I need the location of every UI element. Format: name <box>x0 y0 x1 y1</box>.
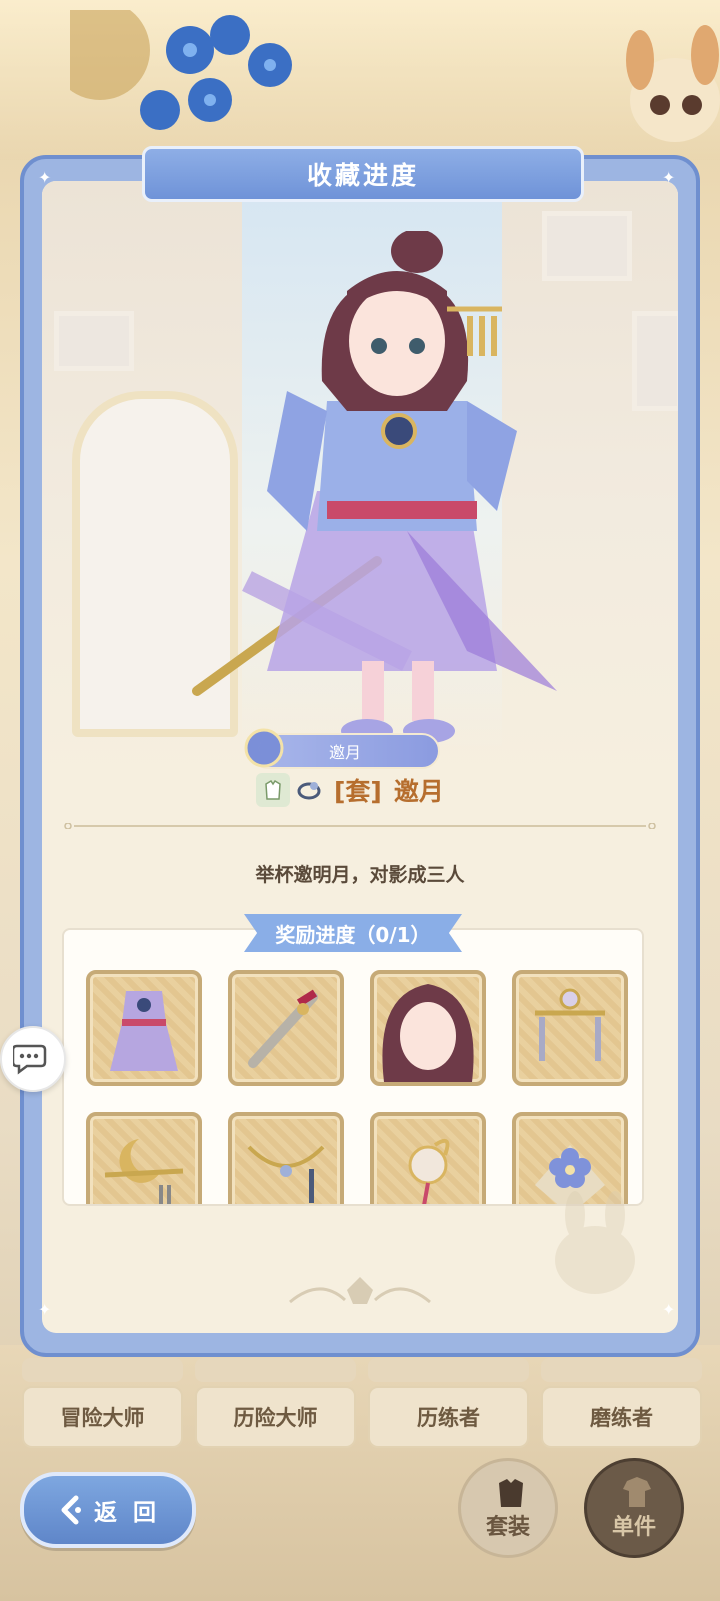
hair-ornament-icon <box>535 988 605 1061</box>
outfit-description: 举杯邀明月，对影成三人 <box>255 864 465 886</box>
chat-button[interactable] <box>0 1026 66 1092</box>
set-button[interactable]: 套装 <box>458 1458 558 1558</box>
reward-item-hairstyle[interactable] <box>370 970 486 1086</box>
tab-grinder[interactable]: 磨练者 <box>541 1386 702 1448</box>
divider-line <box>64 823 656 829</box>
outfit-name: 邀月 <box>328 743 361 762</box>
bottom-ornament-icon <box>289 1277 431 1304</box>
set-label: 套装 <box>485 1515 530 1540</box>
back-arrow-icon <box>61 1495 81 1525</box>
panel-title-text: 收藏进度 <box>306 161 419 190</box>
back-button[interactable]: 返 回 <box>20 1472 196 1548</box>
moon-hairpin-icon <box>104 1139 184 1204</box>
reward-progress-label: 奖励进度（0/1） <box>275 922 431 947</box>
tab-trainee[interactable]: 历练者 <box>368 1386 529 1448</box>
reward-item-flower-hairpin[interactable] <box>370 1112 486 1204</box>
necklace-icon <box>247 1145 325 1203</box>
character-illustration <box>192 231 557 743</box>
chat-icon <box>13 1044 47 1075</box>
tab-explore-master[interactable]: 历险大师 <box>195 1386 356 1448</box>
reward-item-hair-ornament[interactable] <box>512 970 628 1086</box>
tab-bar-top <box>22 1358 702 1382</box>
flower-hairpin-icon <box>408 1138 450 1204</box>
reward-item-dress[interactable] <box>86 970 202 1086</box>
corner-star-icon: ✦ <box>662 1300 676 1319</box>
sword-icon <box>248 989 318 1068</box>
single-item-icon <box>623 1477 651 1507</box>
background-mascot-icon <box>626 25 720 142</box>
picture-frame <box>54 311 134 371</box>
reward-progress-header: 奖励进度（0/1） <box>244 914 462 952</box>
bunny-watermark-icon <box>555 1191 635 1294</box>
tab-adventure-master[interactable]: 冒险大师 <box>22 1386 183 1448</box>
panel-title: 收藏进度 <box>142 146 584 202</box>
single-label: 单件 <box>611 1515 656 1540</box>
set-outfit-icon <box>499 1479 523 1507</box>
ring-icon <box>297 782 321 800</box>
back-label: 返 回 <box>93 1500 160 1526</box>
corner-star-icon: ✦ <box>38 1300 52 1319</box>
reward-item-moon-hairpin[interactable] <box>86 1112 202 1204</box>
single-button[interactable]: 单件 <box>584 1458 684 1558</box>
hairstyle-icon <box>382 984 474 1082</box>
reward-progress-box <box>62 928 644 1206</box>
reward-item-necklace[interactable] <box>228 1112 344 1204</box>
reward-item-sword[interactable] <box>228 970 344 1086</box>
title-tabs: 冒险大师 历险大师 历练者 磨练者 <box>22 1386 702 1448</box>
corner-star-icon: ✦ <box>38 168 52 187</box>
set-name: 邀月 <box>393 777 444 806</box>
outfit-category-icon <box>256 773 290 807</box>
picture-frame <box>632 311 678 411</box>
dress-icon <box>110 991 178 1071</box>
set-prefix: [套] <box>334 777 382 806</box>
corner-star-icon: ✦ <box>662 168 676 187</box>
set-info-row: [套] 邀月 <box>256 772 444 808</box>
reward-grid <box>86 970 628 1204</box>
moon-medal-icon <box>244 728 284 768</box>
background-flowers-icon <box>70 10 292 130</box>
